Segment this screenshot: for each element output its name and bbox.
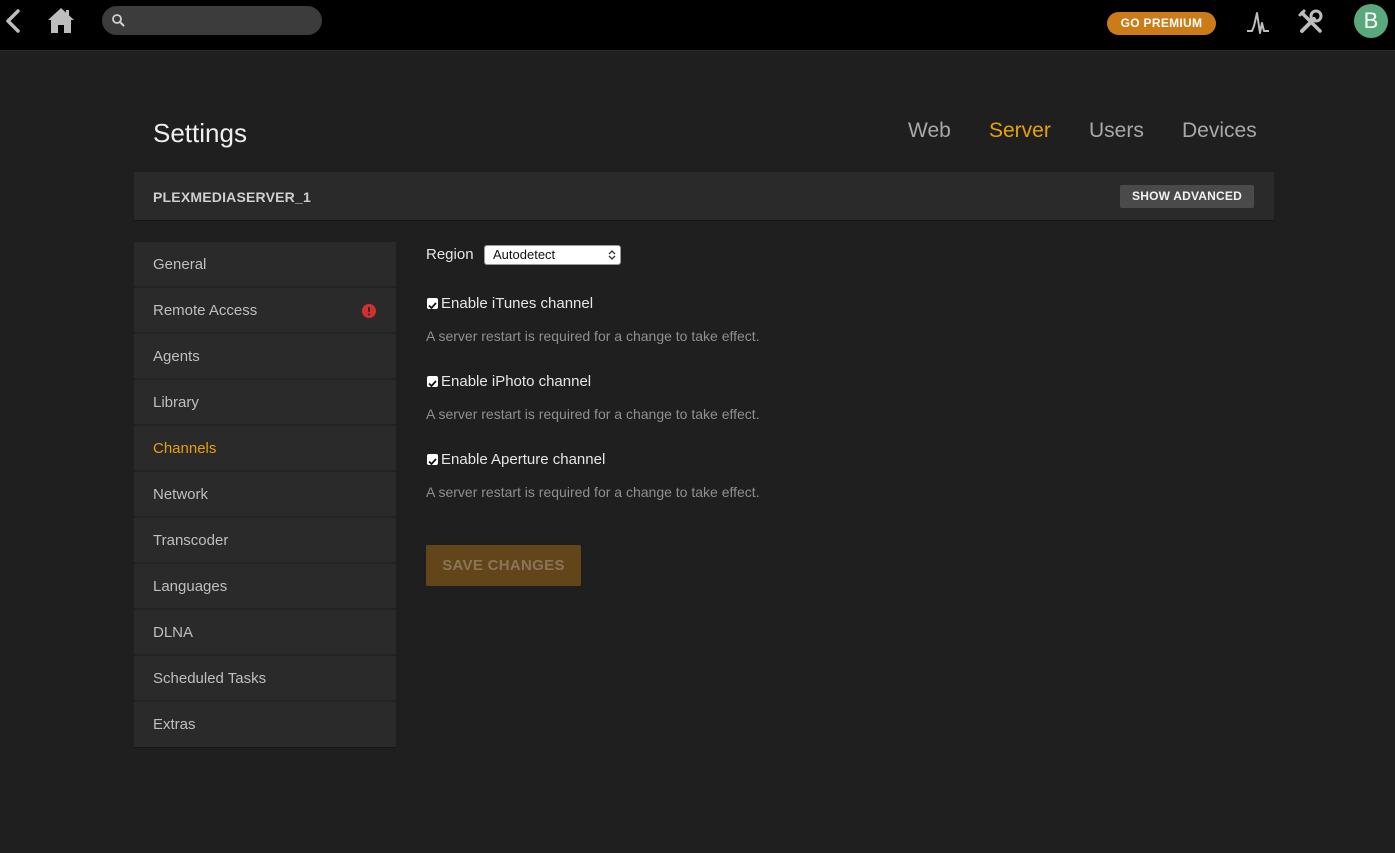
chevron-left-icon: [6, 9, 20, 33]
sidebar-item-scheduled-tasks[interactable]: Scheduled Tasks: [134, 656, 396, 702]
show-advanced-button[interactable]: SHOW ADVANCED: [1120, 185, 1254, 208]
sidebar-item-label: Agents: [153, 348, 200, 365]
sidebar-item-dlna[interactable]: DLNA: [134, 610, 396, 656]
iphoto-label[interactable]: Enable iPhoto channel: [441, 373, 591, 390]
sidebar-item-label: Channels: [153, 440, 217, 457]
select-arrows-icon: [608, 250, 616, 260]
activity-button[interactable]: [1244, 9, 1272, 37]
tools-icon: [1298, 9, 1323, 33]
tab-server[interactable]: Server: [989, 119, 1051, 143]
sidebar-item-remote-access[interactable]: Remote Access: [134, 288, 396, 334]
sidebar-item-label: Remote Access: [153, 302, 258, 319]
save-changes-button[interactable]: SAVE CHANGES: [426, 545, 581, 586]
sidebar-item-agents[interactable]: Agents: [134, 334, 396, 380]
sidebar-item-label: Transcoder: [153, 532, 229, 549]
sidebar-item-label: Languages: [153, 578, 228, 595]
tab-devices[interactable]: Devices: [1182, 119, 1257, 143]
settings-sidebar: General Remote Access Agents Library Cha…: [134, 242, 396, 748]
region-select[interactable]: Autodetect: [484, 245, 621, 265]
sidebar-item-extras[interactable]: Extras: [134, 702, 396, 748]
tab-web[interactable]: Web: [908, 119, 951, 143]
search-input[interactable]: [130, 6, 315, 35]
tab-users[interactable]: Users: [1089, 119, 1144, 143]
checkmark-icon: [428, 458, 437, 466]
checkmark-icon: [428, 302, 437, 310]
sidebar-item-label: General: [153, 256, 207, 273]
activity-icon: [1247, 12, 1269, 34]
sidebar-item-languages[interactable]: Languages: [134, 564, 396, 610]
back-button[interactable]: [2, 8, 24, 34]
aperture-checkbox[interactable]: [427, 454, 438, 466]
itunes-label[interactable]: Enable iTunes channel: [441, 295, 593, 312]
itunes-checkbox[interactable]: [427, 298, 438, 310]
sidebar-item-general[interactable]: General: [134, 242, 396, 288]
sidebar-item-label: Network: [153, 486, 209, 503]
go-premium-button[interactable]: GO PREMIUM: [1107, 12, 1216, 35]
channels-settings: Region Autodetect Enable iTunes channel …: [426, 242, 1274, 642]
top-bar: GO PREMIUM B: [0, 0, 1395, 51]
sidebar-item-label: Library: [153, 394, 199, 411]
aperture-help-text: A server restart is required for a chang…: [426, 484, 760, 500]
sidebar-item-label: Extras: [153, 716, 196, 733]
server-header: PLEXMEDIASERVER_1 SHOW ADVANCED: [134, 172, 1274, 221]
iphoto-checkbox[interactable]: [427, 376, 438, 388]
sidebar-item-channels[interactable]: Channels: [134, 426, 396, 472]
checkmark-icon: [428, 380, 437, 388]
aperture-label[interactable]: Enable Aperture channel: [441, 451, 605, 468]
settings-tabs: Web Server Users Devices: [0, 119, 1257, 149]
sidebar-item-network[interactable]: Network: [134, 472, 396, 518]
sidebar-item-label: Scheduled Tasks: [153, 670, 267, 687]
iphoto-help-text: A server restart is required for a chang…: [426, 406, 760, 422]
search-icon: [112, 14, 125, 27]
home-button[interactable]: [46, 6, 76, 36]
server-name: PLEXMEDIASERVER_1: [153, 189, 311, 205]
region-select-value: Autodetect: [493, 247, 556, 262]
sidebar-item-library[interactable]: Library: [134, 380, 396, 426]
settings-tools-button[interactable]: [1297, 8, 1325, 36]
sidebar-item-transcoder[interactable]: Transcoder: [134, 518, 396, 564]
user-avatar[interactable]: B: [1354, 4, 1388, 38]
sidebar-item-label: DLNA: [153, 624, 194, 641]
search-box[interactable]: [102, 6, 322, 35]
itunes-help-text: A server restart is required for a chang…: [426, 328, 760, 344]
warning-icon: [362, 304, 376, 318]
home-icon: [48, 8, 74, 33]
region-label: Region: [426, 246, 474, 263]
